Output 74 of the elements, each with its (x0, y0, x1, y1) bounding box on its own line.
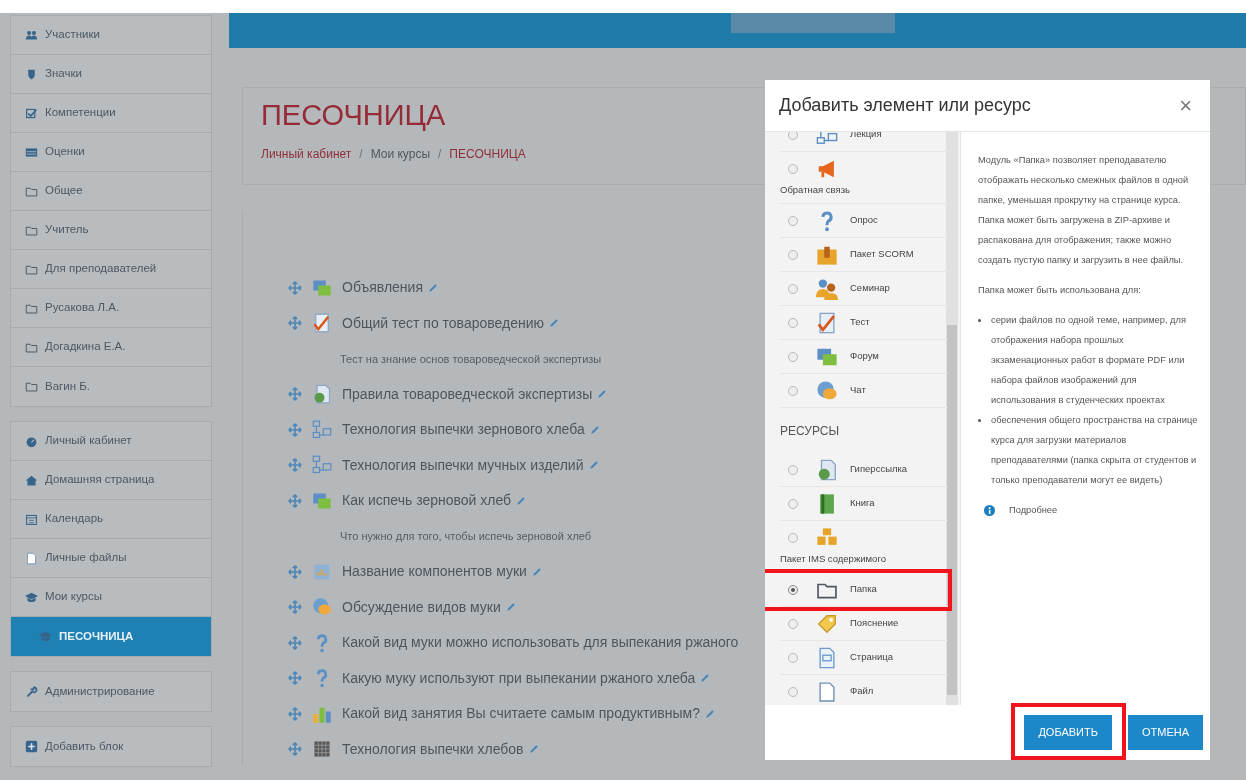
module-option[interactable]: Обратная связь (780, 152, 948, 204)
dialog-title: Добавить элемент или ресурс (779, 94, 1031, 117)
activity-link[interactable]: Технология выпечки мучных изделий (342, 454, 584, 476)
module-label: Семинар (850, 281, 890, 296)
module-option[interactable]: Файл (780, 675, 948, 705)
activity-description: Тест на знание основ товароведческой экспертизы (340, 351, 602, 367)
sidebar-item[interactable]: Оценки (11, 133, 211, 172)
help-text: Модуль «Папка» позволяет преподавателю отображать несколько смежных файлов в одной папке, уменьшая прокрутку на странице курса. Папка может быть загружена в ZIP-архиве и распакована для отображения; также можно создать пустую папку и загрузить в нее файлы. (978, 154, 1190, 267)
module-label: Книга (850, 496, 875, 511)
module-option[interactable]: Гиперссылка (780, 453, 948, 487)
close-button[interactable]: × (1175, 94, 1196, 117)
sidebar-item[interactable]: Календарь (11, 500, 211, 539)
activity-link[interactable]: Обсуждение видов муки (342, 596, 501, 618)
module-label: Пояснение (850, 616, 899, 631)
activity-link[interactable]: Какую муку используют при выпекании ржаного хлеба (342, 667, 696, 689)
module-label: Страница (850, 650, 894, 665)
module-option[interactable]: Пакет IMS содержимого (780, 521, 948, 573)
sidebar-item[interactable]: Участники (11, 16, 211, 55)
course-title: ПЕСОЧНИЦА (261, 98, 446, 133)
module-option[interactable]: Пакет SCORM (780, 238, 948, 272)
module-option[interactable]: Семинар (780, 272, 948, 306)
module-option[interactable]: Тест (780, 306, 948, 340)
activity-description: Что нужно для того, чтобы испечь зерновой хлеб (340, 529, 592, 544)
module-option[interactable]: Книга (780, 487, 948, 521)
breadcrumb-link[interactable]: Личный кабинет (261, 144, 352, 163)
activity-link[interactable]: Какой вид муки можно использовать для выпекания ржаного (342, 632, 739, 654)
activity-link[interactable]: Какой вид занятия Вы считаете самым продуктивным? (342, 703, 700, 725)
sidebar-item[interactable]: Добавить блок (11, 727, 211, 766)
sidebar-item[interactable]: Домашняя страница (11, 461, 211, 500)
sidebar-item[interactable]: Русакова Л.А. (11, 289, 211, 328)
sidebar-item[interactable]: Личный кабинет (11, 422, 211, 461)
help-text: Папка может быть использована для: (978, 284, 1142, 297)
activity-link[interactable]: Название компонентов муки (342, 561, 527, 583)
more-info-link[interactable]: Подробнее (1009, 500, 1058, 520)
module-option[interactable]: Чат (780, 374, 948, 408)
module-option[interactable]: Страница (780, 641, 948, 675)
dialog-button[interactable]: ДОБАВИТЬ (1024, 715, 1112, 750)
sidebar-item[interactable]: Для преподавателей (11, 250, 211, 289)
sidebar-item[interactable]: Администрирование (11, 672, 211, 711)
module-label: Опрос (850, 213, 878, 228)
sidebar-item[interactable]: Вагин Б. (11, 367, 211, 406)
module-label: Файл (850, 684, 874, 699)
sidebar-item[interactable]: Компетенции (11, 94, 211, 133)
sidebar-item[interactable]: Личные файлы (11, 539, 211, 578)
module-label: Пакет IMS содержимого (780, 551, 886, 566)
module-label: Обратная связь (780, 182, 850, 197)
breadcrumb-separator: / (438, 145, 442, 163)
section-heading: РЕСУРСЫ (780, 422, 840, 440)
module-label: Чат (850, 383, 866, 398)
activity-link[interactable]: Технология выпечки зернового хлеба (342, 419, 585, 441)
sidebar-item[interactable]: Догадкина Е.А. (11, 328, 211, 367)
module-label: Пакет SCORM (850, 247, 914, 262)
breadcrumb-separator: / (359, 145, 363, 163)
sidebar-item[interactable]: Учитель (11, 211, 211, 250)
activity-link[interactable]: Технология выпечки хлебов (342, 738, 524, 760)
sidebar-item[interactable]: Общее (11, 172, 211, 211)
activity-link[interactable]: Объявления (342, 277, 423, 299)
help-list-item: обеспечения общего пространства на странице курса для загрузки материалов преподавателями (папка скрыта от студентов и только преподаватели могут ее видеть) (991, 414, 1199, 487)
sidebar-item[interactable]: Значки (11, 55, 211, 94)
module-option[interactable]: Форум (780, 340, 948, 374)
activity-link[interactable]: Правила товароведческой экспертизы (342, 383, 593, 405)
module-label: Форум (850, 349, 879, 364)
module-label: Гиперссылка (850, 462, 908, 477)
module-option[interactable]: Опрос (780, 204, 948, 238)
sidebar-item[interactable]: ПЕСОЧНИЦА (11, 617, 211, 656)
breadcrumb-current: ПЕСОЧНИЦА (449, 145, 526, 163)
module-label: Тест (850, 315, 870, 330)
module-option[interactable]: Папка (780, 573, 948, 607)
dialog-button[interactable]: ОТМЕНА (1127, 715, 1203, 750)
module-option[interactable]: Пояснение (780, 607, 948, 641)
activity-link[interactable]: Как испечь зерновой хлеб (342, 490, 512, 512)
breadcrumb-link[interactable]: Мои курсы (370, 144, 430, 163)
module-label: Папка (850, 582, 877, 597)
activity-link[interactable]: Общий тест по товароведению (342, 312, 544, 334)
